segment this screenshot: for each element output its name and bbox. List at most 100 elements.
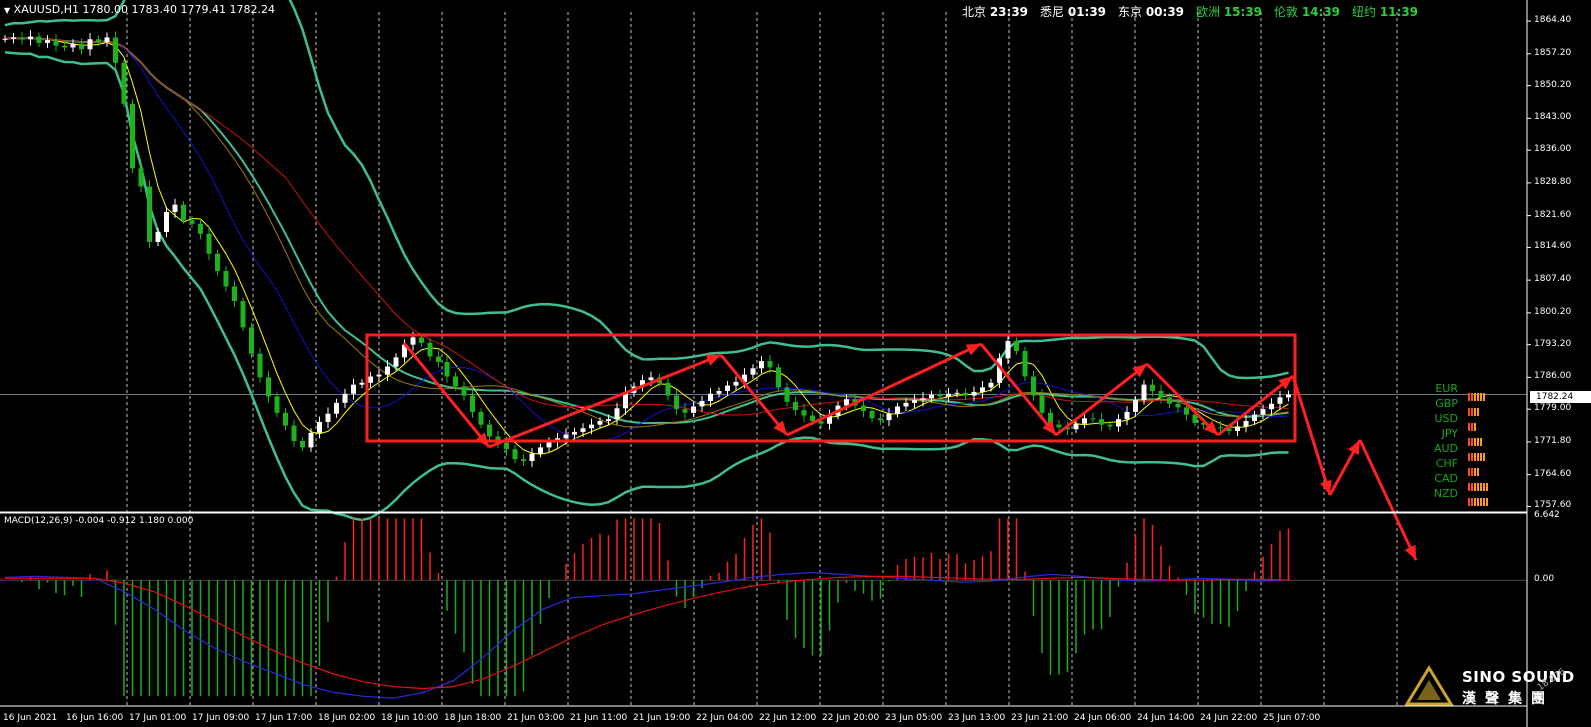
time-label: 18 Jun 02:00 (318, 713, 376, 723)
bull-candle (886, 413, 892, 421)
currency-strength-bar (1468, 401, 1480, 416)
bear-candle (470, 395, 475, 412)
bear-candle (53, 40, 59, 46)
bear-candle (1022, 351, 1028, 377)
bear-candle (767, 361, 773, 368)
bear-candle (189, 220, 195, 224)
bear-candle (521, 459, 526, 462)
bear-candle (223, 271, 229, 287)
bear-candle (963, 392, 968, 396)
current-price-tag: 1782.24 (1530, 391, 1591, 403)
bear-candle (147, 186, 152, 242)
time-label: 22 Jun 12:00 (759, 713, 817, 723)
price-tick-label: 1764.60 (1534, 468, 1572, 479)
time-label: 22 Jun 20:00 (822, 713, 880, 723)
bear-candle (232, 286, 237, 302)
forecast-arrow-segment (1291, 375, 1332, 496)
bear-candle (96, 39, 101, 42)
price-tick-label: 1771.80 (1534, 435, 1572, 446)
bull-candle (1260, 409, 1266, 415)
bull-candle (351, 384, 356, 394)
bull-candle (359, 382, 365, 385)
price-tick-label: 1793.20 (1534, 338, 1572, 349)
clock-time: 23:39 (989, 5, 1029, 19)
signal-line (5, 575, 1291, 690)
bear-candle (419, 337, 424, 343)
price-tick-label: 1821.60 (1534, 209, 1572, 220)
time-label: 24 Jun 22:00 (1200, 713, 1258, 723)
bear-candle (453, 376, 458, 387)
price-tick-label: 1814.60 (1534, 241, 1572, 252)
chevron-down-icon[interactable]: ▼ (4, 6, 10, 15)
clock-3: 欧洲 15:39 (1196, 3, 1262, 20)
bull-candle (529, 453, 535, 462)
symbol-info-text: XAUUSD,H1 1780.00 1783.40 1779.41 1782.2… (13, 3, 275, 16)
bear-candle (1158, 391, 1164, 398)
time-label: 21 Jun 03:00 (507, 713, 565, 723)
bear-candle (810, 415, 815, 422)
currency-strength-bar (1468, 386, 1486, 401)
bull-candle (393, 357, 399, 367)
time-label: 17 Jun 09:00 (192, 713, 250, 723)
bull-candle (750, 368, 756, 375)
price-tick-label: 1828.80 (1534, 176, 1572, 187)
time-label: 21 Jun 19:00 (633, 713, 691, 723)
bollinger-upper (4, 0, 1289, 380)
bull-candle (70, 43, 76, 48)
currency-strength-bar (1468, 446, 1486, 461)
clock-city: 东京 (1118, 5, 1146, 19)
bear-candle (674, 395, 679, 410)
bull-candle (920, 398, 926, 401)
clock-time: 00:39 (1145, 5, 1185, 19)
bear-candle (130, 103, 135, 169)
time-label: 21 Jun 11:00 (570, 713, 628, 723)
bear-candle (1184, 407, 1189, 415)
bull-candle (410, 337, 416, 345)
bear-candle (1014, 341, 1019, 352)
bear-candle (937, 394, 943, 397)
currency-strength-bar (1468, 491, 1489, 506)
trend-annotations (365, 333, 1418, 561)
bull-candle (1252, 414, 1257, 422)
price-tick-label: 1757.60 (1534, 500, 1572, 511)
bull-candle (1141, 384, 1147, 401)
bear-candle (138, 168, 144, 187)
time-label: 23 Jun 21:00 (1011, 713, 1069, 723)
clock-time: 14:39 (1301, 5, 1341, 19)
bear-candle (436, 356, 441, 362)
bull-candle (11, 37, 16, 39)
bull-candle (716, 391, 722, 394)
clock-city: 伦敦 (1274, 5, 1302, 19)
bull-candle (308, 432, 314, 448)
currency-strength-bar (1468, 476, 1489, 491)
bull-candle (2, 38, 8, 40)
bear-candle (793, 401, 798, 411)
bull-candle (317, 421, 322, 433)
bear-candle (1192, 414, 1198, 423)
bear-candle (181, 204, 186, 221)
bear-candle (300, 441, 305, 448)
price-tick-label: 1857.20 (1534, 47, 1572, 58)
bull-candle (1116, 419, 1121, 427)
bear-candle (1039, 395, 1045, 413)
bear-candle (257, 353, 263, 378)
bull-candle (733, 381, 739, 386)
macd-tick-label: 0.00 (1534, 574, 1555, 585)
bear-candle (1218, 427, 1223, 429)
clock-city: 北京 (962, 5, 990, 19)
bull-candle (946, 393, 951, 397)
ma-mid-line (4, 37, 1289, 442)
bear-candle (274, 396, 280, 413)
bull-candle (1243, 421, 1249, 427)
bull-candle (759, 361, 764, 369)
clock-time: 11:39 (1379, 5, 1419, 19)
bull-candle (606, 419, 611, 422)
bull-candle (844, 399, 849, 406)
ma-fast-line (4, 37, 1289, 455)
currency-strength-bar (1468, 431, 1483, 446)
time-label: 23 Jun 13:00 (948, 713, 1006, 723)
bear-candle (776, 367, 781, 388)
trend-arrow-segment (488, 353, 722, 449)
currency-label-cad: CAD (1434, 472, 1458, 485)
bull-candle (368, 376, 373, 383)
